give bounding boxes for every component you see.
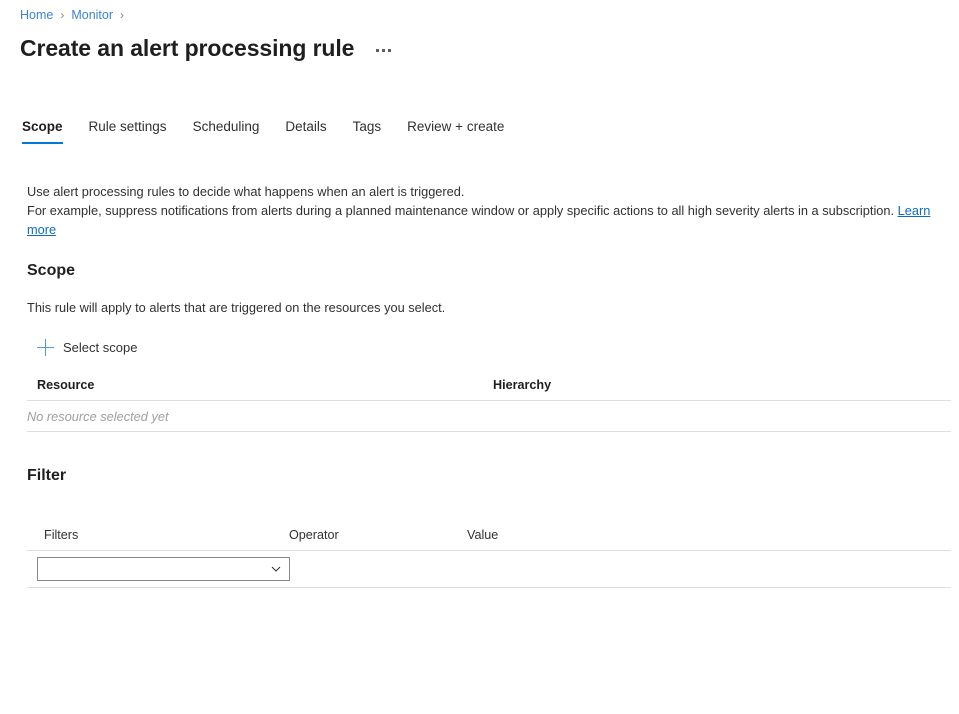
description-line-1: Use alert processing rules to decide wha… — [27, 184, 464, 199]
scope-section-subtext: This rule will apply to alerts that are … — [27, 299, 445, 317]
tab-review-create[interactable]: Review + create — [407, 116, 504, 144]
filter-table-row — [27, 550, 951, 588]
column-header-filters: Filters — [27, 528, 289, 542]
breadcrumb-separator-icon-2: › — [120, 7, 124, 23]
breadcrumb: Home › Monitor › — [20, 7, 131, 23]
filter-select-dropdown[interactable] — [37, 557, 290, 581]
description-text: Use alert processing rules to decide wha… — [27, 182, 943, 239]
no-resource-selected-message: No resource selected yet — [27, 409, 169, 424]
chevron-down-icon — [271, 564, 281, 574]
description-line-2: For example, suppress notifications from… — [27, 203, 898, 218]
select-scope-label: Select scope — [63, 340, 137, 355]
select-scope-button[interactable]: Select scope — [33, 336, 141, 359]
filter-table: Filters Operator Value — [27, 524, 951, 588]
tab-details[interactable]: Details — [285, 116, 326, 144]
plus-icon — [37, 339, 54, 356]
column-header-resource: Resource — [27, 378, 493, 392]
tab-tags[interactable]: Tags — [353, 116, 382, 144]
ellipsis-dot-2 — [382, 49, 385, 52]
resource-table-header: Resource Hierarchy — [27, 374, 951, 400]
breadcrumb-separator-icon: › — [60, 7, 64, 23]
tab-rule-settings[interactable]: Rule settings — [89, 116, 167, 144]
column-header-value: Value — [467, 528, 667, 542]
column-header-operator: Operator — [289, 528, 467, 542]
breadcrumb-item-home[interactable]: Home — [20, 7, 53, 23]
column-header-hierarchy: Hierarchy — [493, 378, 793, 392]
tab-scope[interactable]: Scope — [22, 116, 63, 144]
page-header: Create an alert processing rule — [20, 33, 394, 63]
breadcrumb-item-monitor[interactable]: Monitor — [71, 7, 113, 23]
filter-select-cell — [27, 557, 289, 581]
filter-section-heading: Filter — [27, 465, 66, 487]
scope-section-heading: Scope — [27, 260, 75, 282]
tab-bar: Scope Rule settings Scheduling Details T… — [22, 116, 504, 144]
tab-scheduling[interactable]: Scheduling — [193, 116, 260, 144]
page-title: Create an alert processing rule — [20, 33, 354, 63]
more-options-icon[interactable] — [373, 45, 394, 56]
resource-table: Resource Hierarchy No resource selected … — [27, 374, 951, 432]
filter-table-header: Filters Operator Value — [27, 524, 951, 550]
resource-table-empty-row: No resource selected yet — [27, 400, 951, 432]
ellipsis-dot-1 — [376, 49, 379, 52]
ellipsis-dot-3 — [388, 49, 391, 52]
